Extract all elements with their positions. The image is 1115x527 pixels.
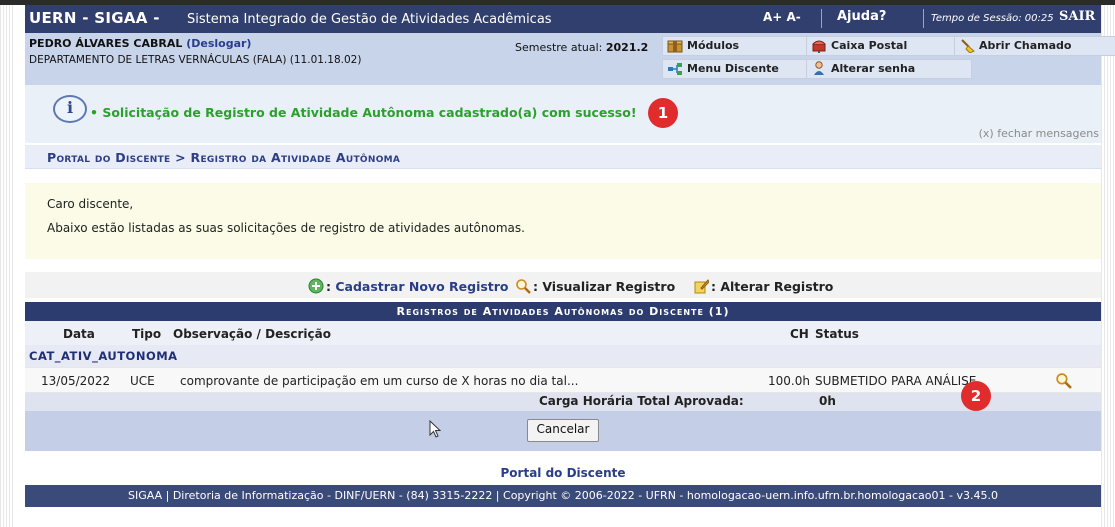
header-divider [821,9,822,28]
col-header-ch: CH [790,327,809,341]
left-page-border [0,5,14,527]
total-value: 0h [819,394,836,408]
top-header: UERN - SIGAA - Sistema Integrado de Gest… [25,5,1101,33]
category-group-row: CAT_ATIV_AUTONOMA [25,345,1101,367]
message-box: i • Solicitação de Registro de Atividade… [25,85,1101,143]
help-link[interactable]: Ajuda? [837,9,886,24]
magnifier-icon [516,279,531,294]
brand-title: UERN - SIGAA - [29,9,160,27]
instructions-text: Abaixo estão listadas as suas solicitaçõ… [47,221,525,235]
col-header-status: Status [815,327,859,341]
semester-value: 2021.2 [605,41,649,54]
cadastrar-label: Cadastrar Novo Registro [335,279,509,294]
cell-obs: comprovante de participação em um curso … [180,374,579,388]
logout-button[interactable]: SAIR [1059,9,1095,24]
col-header-tipo: Tipo [132,327,162,341]
user-info-bar: PEDRO ÁLVARES CABRAL (Deslogar) DEPARTAM… [25,33,1115,85]
cadastrar-colon: : [326,279,331,294]
cell-tipo: UCE [130,374,155,388]
view-record-icon[interactable] [1055,372,1072,389]
annotation-badge-1: 1 [648,98,678,128]
footer-bar: SIGAA | Diretoria de Informatização - DI… [25,485,1101,507]
semester-label: Semestre atual: [515,41,603,54]
mailbox-icon [812,40,826,53]
alterar-legend: : Alterar Registro [693,278,833,294]
alterar-senha-label: Alterar senha [831,62,916,75]
current-semester: Semestre atual: 2021.2 [515,41,648,54]
user-key-icon [814,61,824,75]
menu-tree-icon [668,63,682,75]
font-size-controls[interactable]: A+ A- [763,10,801,24]
page-title: Portal do Discente > Registro da Ativida… [47,150,401,165]
instructions-box: Caro discente, Abaixo estão listadas as … [25,183,1101,259]
broom-icon [961,39,975,53]
category-name: CAT_ATIV_AUTONOMA [29,349,178,363]
right-page-border [1101,5,1115,527]
add-icon [308,278,324,294]
table-header-row: Data Tipo Observação / Descrição CH Stat… [25,321,1101,345]
success-message: • Solicitação de Registro de Atividade A… [90,105,637,120]
deslogar-link[interactable]: (Deslogar) [186,37,251,50]
system-name: Sistema Integrado de Gestão de Atividade… [187,12,552,27]
mouse-cursor-icon [429,420,441,438]
visualizar-label: : Visualizar Registro [533,279,676,294]
alterar-senha-button[interactable]: Alterar senha [806,59,972,79]
modulos-button[interactable]: Módulos [662,36,824,56]
total-label: Carga Horária Total Aprovada: [539,394,744,408]
close-messages-link[interactable]: (x) fechar mensagens [979,127,1099,140]
alterar-label: : Alterar Registro [711,279,834,294]
cell-status: SUBMETIDO PARA ANÁLISE [815,374,977,388]
cell-data: 13/05/2022 [41,374,111,388]
cell-ch: 100.0h [768,374,810,388]
user-name-line: PEDRO ÁLVARES CABRAL (Deslogar) [29,37,251,50]
user-name: PEDRO ÁLVARES CABRAL [29,37,183,50]
actions-legend: : Cadastrar Novo Registro : Visualizar R… [25,272,1101,298]
annotation-badge-2: 2 [961,381,991,411]
table-row: 13/05/2022 UCE comprovante de participaç… [25,367,1101,393]
header-divider [923,9,924,28]
package-icon [667,40,683,53]
menu-discente-button[interactable]: Menu Discente [662,59,824,79]
form-actions: Cancelar [25,411,1101,451]
greeting: Caro discente, [47,197,134,211]
portal-discente-link[interactable]: Portal do Discente [25,466,1101,484]
caixa-postal-button[interactable]: Caixa Postal [806,36,972,56]
caixa-postal-label: Caixa Postal [831,39,908,52]
breadcrumb: Portal do Discente > Registro da Ativida… [25,145,1101,169]
menu-discente-label: Menu Discente [687,62,779,75]
cadastrar-novo-registro[interactable]: : Cadastrar Novo Registro [308,278,509,294]
table-caption: Registros de Atividades Autônomas do Dis… [25,302,1101,321]
edit-icon [694,279,709,294]
user-department: DEPARTAMENTO DE LETRAS VERNÁCULAS (FALA)… [29,54,362,66]
visualizar-legend: : Visualizar Registro [515,278,675,294]
abrir-chamado-label: Abrir Chamado [979,39,1072,52]
session-timer: Tempo de Sessão: 00:25 [931,13,1054,24]
col-header-data: Data [63,327,95,341]
total-row: Carga Horária Total Aprovada: 0h [25,393,1101,411]
cancel-button[interactable]: Cancelar [527,419,599,442]
modulos-label: Módulos [687,39,740,52]
info-icon: i [53,95,87,123]
col-header-obs: Observação / Descrição [173,327,331,341]
abrir-chamado-button[interactable]: Abrir Chamado [954,36,1115,56]
